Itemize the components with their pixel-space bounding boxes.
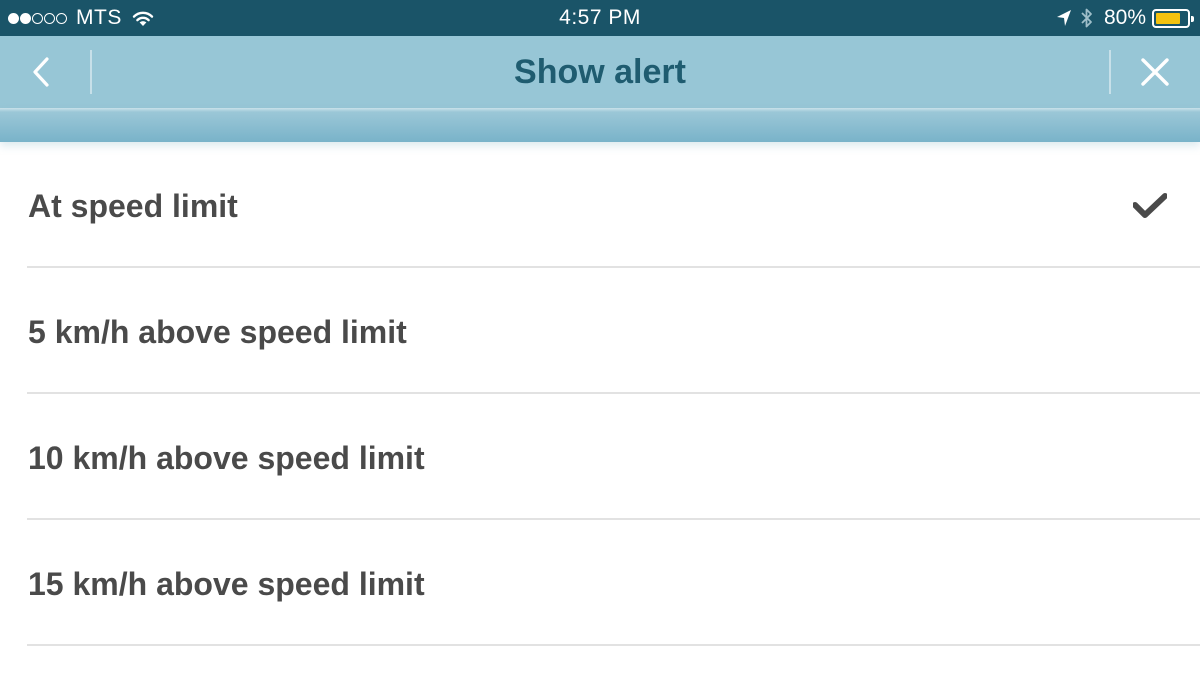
battery-level-fill — [1156, 12, 1180, 24]
option-at-speed-limit[interactable]: At speed limit — [0, 142, 1200, 268]
status-right: 80% — [1056, 5, 1194, 31]
location-arrow-icon — [1056, 10, 1071, 26]
close-icon — [1141, 58, 1169, 86]
page-title: Show alert — [514, 53, 686, 91]
option-label: 5 km/h above speed limit — [28, 314, 407, 350]
option-5-kmh-above[interactable]: 5 km/h above speed limit — [0, 268, 1200, 394]
bluetooth-icon — [1081, 8, 1092, 28]
close-button[interactable] — [1110, 36, 1200, 108]
list-separator — [27, 644, 1200, 646]
navigation-bar: Show alert — [0, 36, 1200, 108]
option-10-kmh-above[interactable]: 10 km/h above speed limit — [0, 394, 1200, 520]
option-label: At speed limit — [28, 188, 238, 224]
option-15-kmh-above[interactable]: 15 km/h above speed limit — [0, 520, 1200, 646]
header-gradient-band — [0, 108, 1200, 142]
option-label: 15 km/h above speed limit — [28, 566, 425, 602]
battery-percent: 80% — [1103, 6, 1146, 29]
status-bar: MTS 4:57 PM 80% — [0, 0, 1200, 36]
option-label: 10 km/h above speed limit — [28, 440, 425, 476]
alert-options-list: At speed limit 5 km/h above speed limit … — [0, 142, 1200, 646]
checkmark-icon — [1133, 193, 1167, 218]
status-time: 4:57 PM — [559, 6, 641, 29]
battery-icon — [1152, 8, 1194, 28]
